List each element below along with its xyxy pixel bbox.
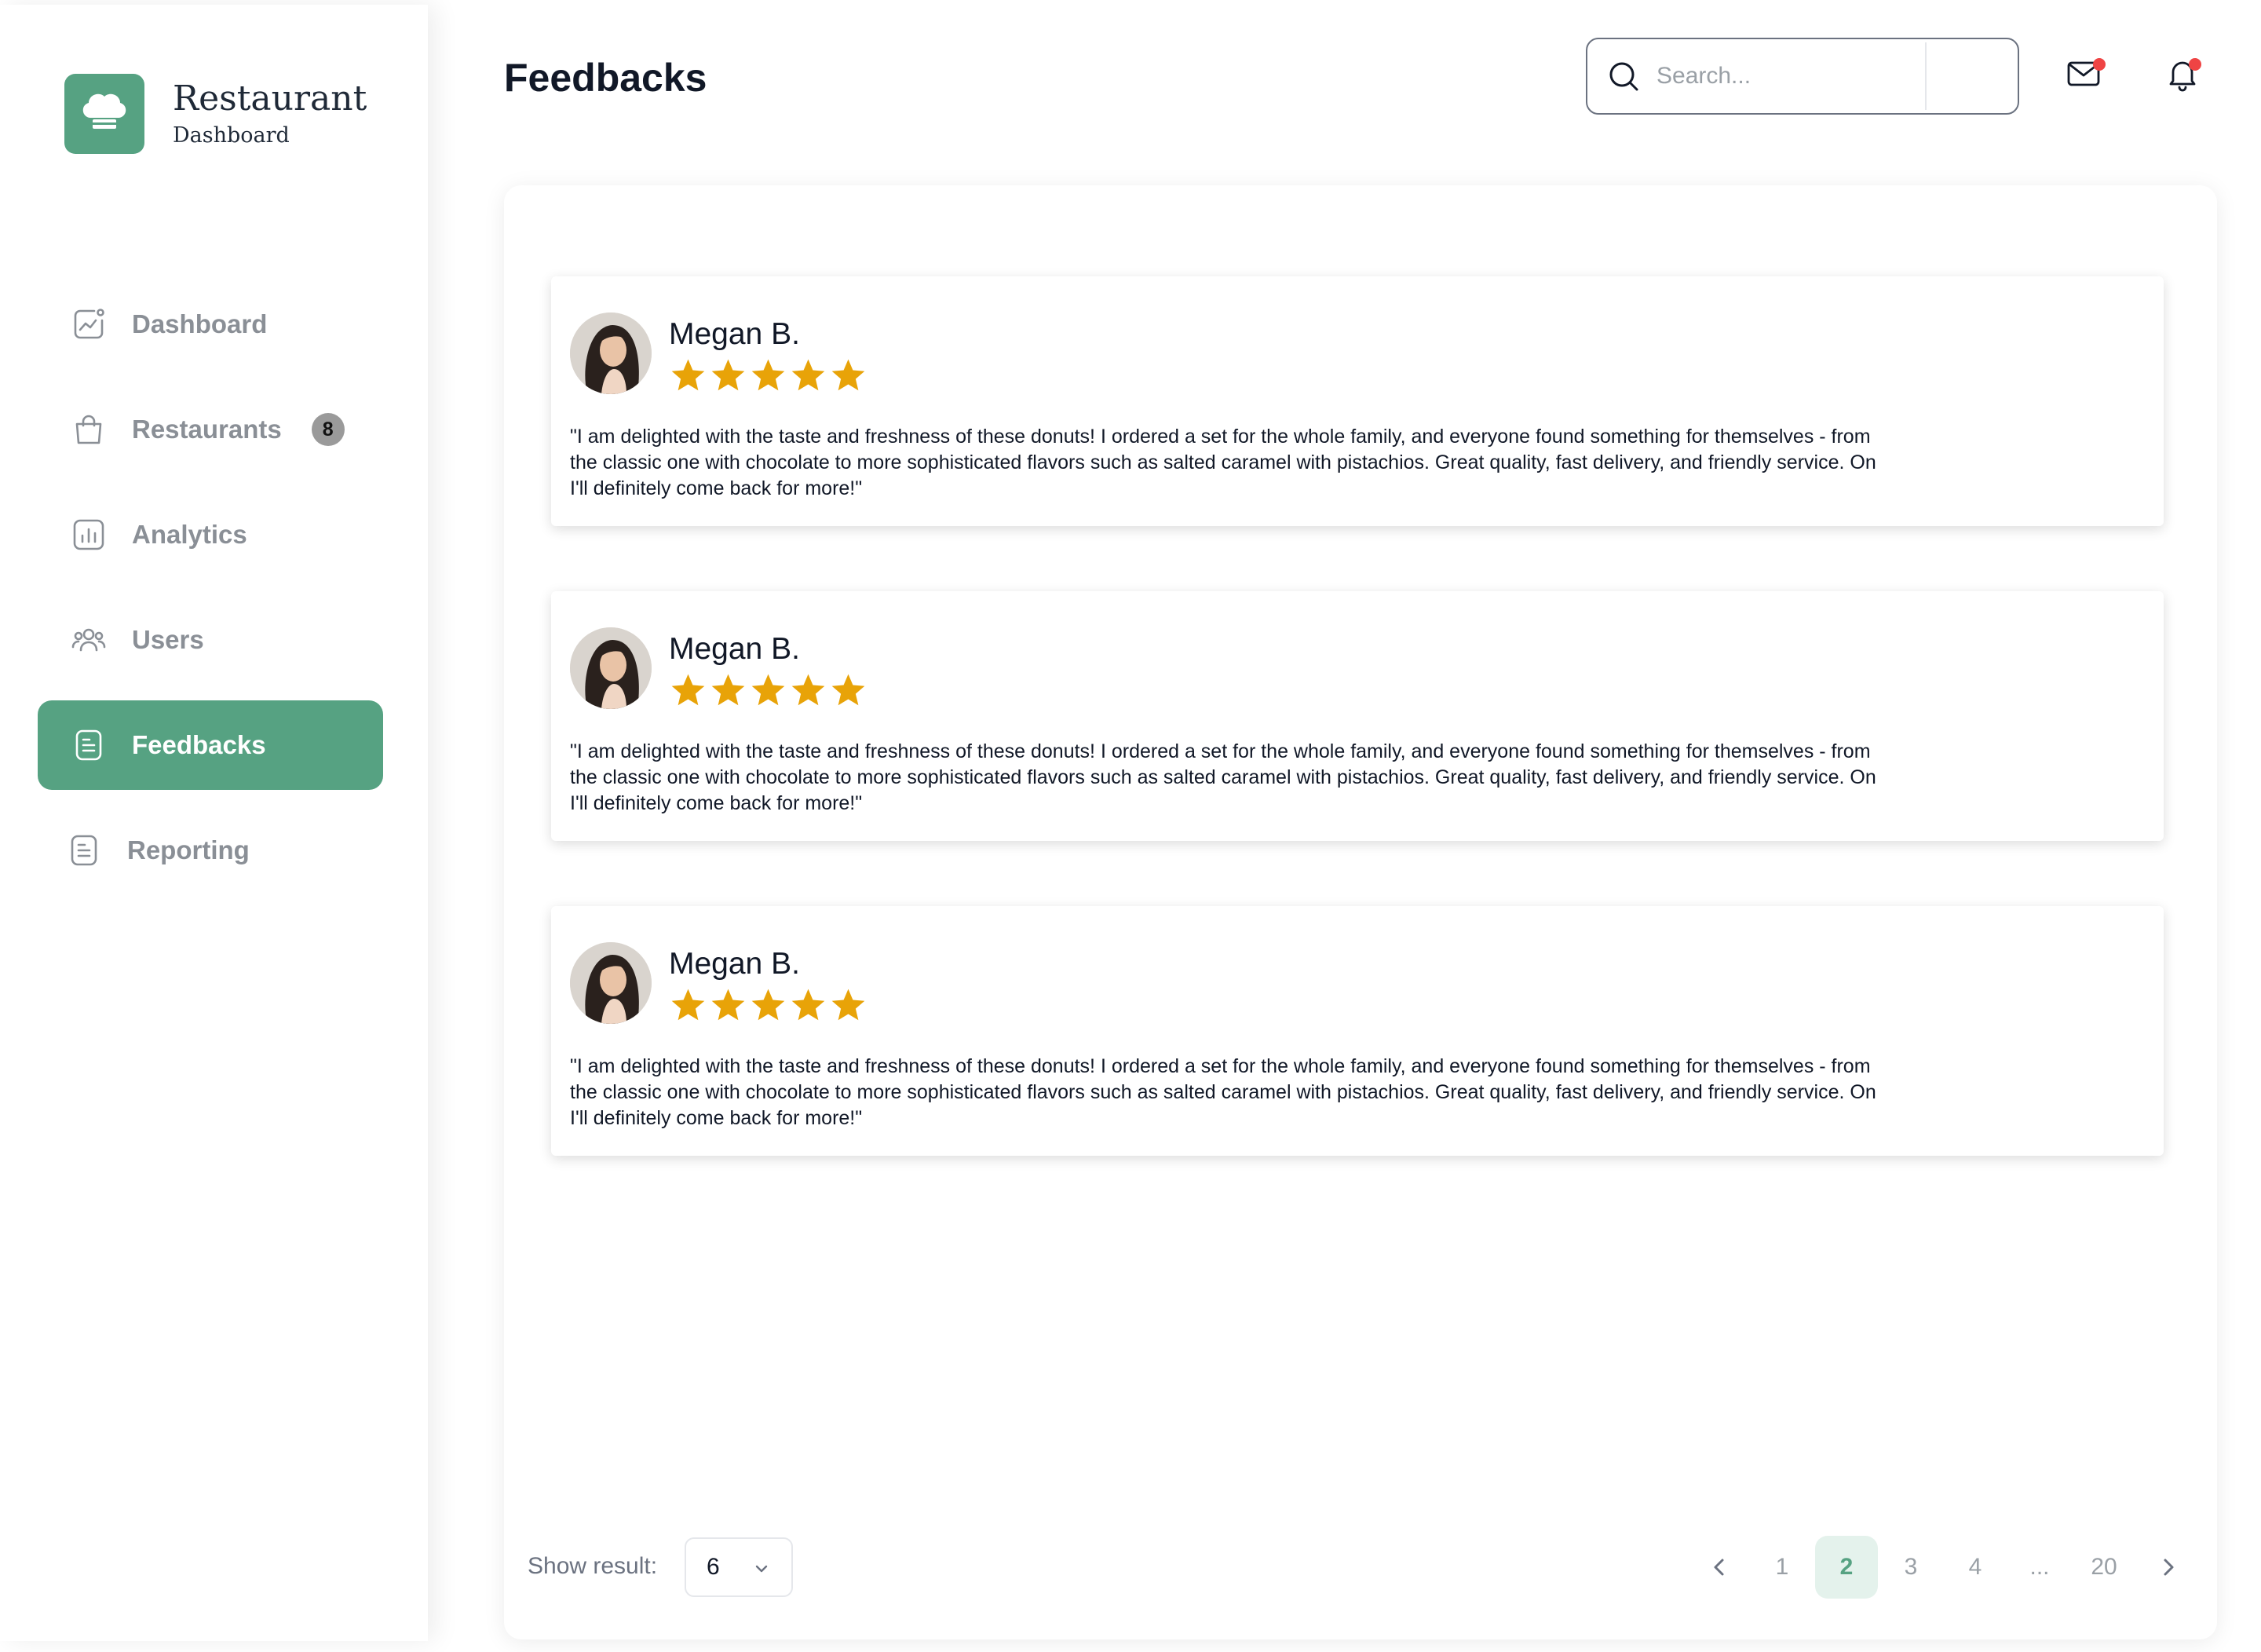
sidebar-item-label: Users bbox=[132, 625, 204, 654]
next-page-button[interactable] bbox=[2137, 1536, 2200, 1599]
star-icon bbox=[831, 359, 865, 391]
star-icon bbox=[711, 359, 745, 391]
star-icon bbox=[671, 359, 705, 391]
star-icon bbox=[791, 674, 825, 706]
page-button[interactable]: 3 bbox=[1879, 1536, 1942, 1599]
avatar bbox=[570, 627, 652, 709]
star-icon bbox=[711, 989, 745, 1021]
review-text: "I am delighted with the taste and fresh… bbox=[570, 740, 1876, 814]
page-button[interactable]: 4 bbox=[1944, 1536, 2007, 1599]
search-box[interactable] bbox=[1586, 38, 2019, 115]
chef-hat-icon bbox=[64, 74, 144, 154]
star-icon bbox=[751, 989, 785, 1021]
star-icon bbox=[751, 359, 785, 391]
page-ellipsis: ... bbox=[2029, 1554, 2050, 1580]
reviewer-name: Megan B. bbox=[669, 947, 800, 981]
sidebar-item-label: Dashboard bbox=[132, 309, 268, 338]
sidebar-item-reporting[interactable]: Reporting bbox=[38, 806, 383, 895]
reviewer-name: Megan B. bbox=[669, 317, 800, 351]
review-text: "I am delighted with the taste and fresh… bbox=[570, 426, 1876, 499]
chevron-right-icon bbox=[2164, 1559, 2174, 1576]
search-icon bbox=[1606, 59, 1641, 93]
page-title: Feedbacks bbox=[504, 56, 707, 100]
prev-page-button[interactable] bbox=[1688, 1536, 1751, 1599]
star-icon bbox=[791, 989, 825, 1021]
page-size-select[interactable]: 6 bbox=[685, 1537, 793, 1597]
reviewer-name: Megan B. bbox=[669, 632, 800, 666]
notifications-button[interactable] bbox=[2157, 50, 2208, 101]
brand[interactable]: Restaurant Dashboard bbox=[64, 74, 367, 154]
sidebar-item-users[interactable]: Users bbox=[38, 595, 383, 685]
star-icon bbox=[671, 989, 705, 1021]
star-rating bbox=[669, 986, 868, 1025]
restaurants-count-badge: 8 bbox=[311, 413, 345, 446]
star-icon bbox=[791, 359, 825, 391]
search-input[interactable] bbox=[1656, 63, 1916, 90]
page-button-current[interactable]: 2 bbox=[1815, 1536, 1878, 1599]
sidebar: Restaurant Dashboard Dashboard Restauran… bbox=[0, 5, 428, 1641]
star-icon bbox=[711, 674, 745, 706]
brand-title: Restaurant bbox=[173, 79, 367, 119]
chevron-left-icon bbox=[1714, 1559, 1724, 1576]
star-rating bbox=[669, 671, 868, 710]
page-button[interactable]: 20 bbox=[2073, 1536, 2135, 1599]
sidebar-nav: Dashboard Restaurants 8 Analytics Users … bbox=[38, 280, 383, 911]
feedback-card: Megan B. "I am delighted with the taste … bbox=[551, 591, 2164, 841]
chart-icon bbox=[71, 306, 107, 342]
chevron-down-icon bbox=[755, 1565, 768, 1573]
page-button[interactable]: 1 bbox=[1751, 1536, 1814, 1599]
sidebar-item-feedbacks[interactable]: Feedbacks bbox=[38, 700, 383, 790]
document-icon bbox=[71, 727, 107, 763]
avatar bbox=[570, 312, 652, 394]
star-icon bbox=[831, 989, 865, 1021]
avatar bbox=[570, 942, 652, 1024]
star-icon bbox=[831, 674, 865, 706]
review-text: "I am delighted with the taste and fresh… bbox=[570, 1055, 1876, 1129]
brand-subtitle: Dashboard bbox=[173, 122, 290, 148]
pagination: 1 2 3 4 ... 20 bbox=[1688, 1536, 2200, 1599]
bell-notification-dot bbox=[2189, 58, 2201, 71]
search-divider bbox=[1925, 42, 1927, 110]
feedback-card: Megan B. "I am delighted with the taste … bbox=[551, 906, 2164, 1156]
users-icon bbox=[71, 622, 107, 658]
sidebar-item-label: Analytics bbox=[132, 520, 247, 549]
messages-button[interactable] bbox=[2058, 50, 2109, 101]
sidebar-item-restaurants[interactable]: Restaurants 8 bbox=[38, 385, 383, 474]
feedback-card: Megan B. "I am delighted with the taste … bbox=[551, 276, 2164, 526]
sidebar-item-label: Feedbacks bbox=[132, 730, 266, 759]
star-rating bbox=[669, 356, 868, 395]
star-icon bbox=[751, 674, 785, 706]
sidebar-item-label: Restaurants bbox=[132, 415, 282, 444]
sidebar-item-dashboard[interactable]: Dashboard bbox=[38, 280, 383, 369]
show-result-label: Show result: bbox=[528, 1553, 658, 1579]
feedback-panel: Megan B. "I am delighted with the taste … bbox=[504, 185, 2217, 1639]
sidebar-item-analytics[interactable]: Analytics bbox=[38, 490, 383, 579]
mail-notification-dot bbox=[2093, 58, 2106, 71]
document-icon bbox=[66, 832, 102, 868]
bag-icon bbox=[71, 411, 107, 448]
star-icon bbox=[671, 674, 705, 706]
page-size-value: 6 bbox=[707, 1554, 720, 1580]
sidebar-item-label: Reporting bbox=[127, 835, 250, 864]
bar-chart-icon bbox=[71, 517, 107, 553]
